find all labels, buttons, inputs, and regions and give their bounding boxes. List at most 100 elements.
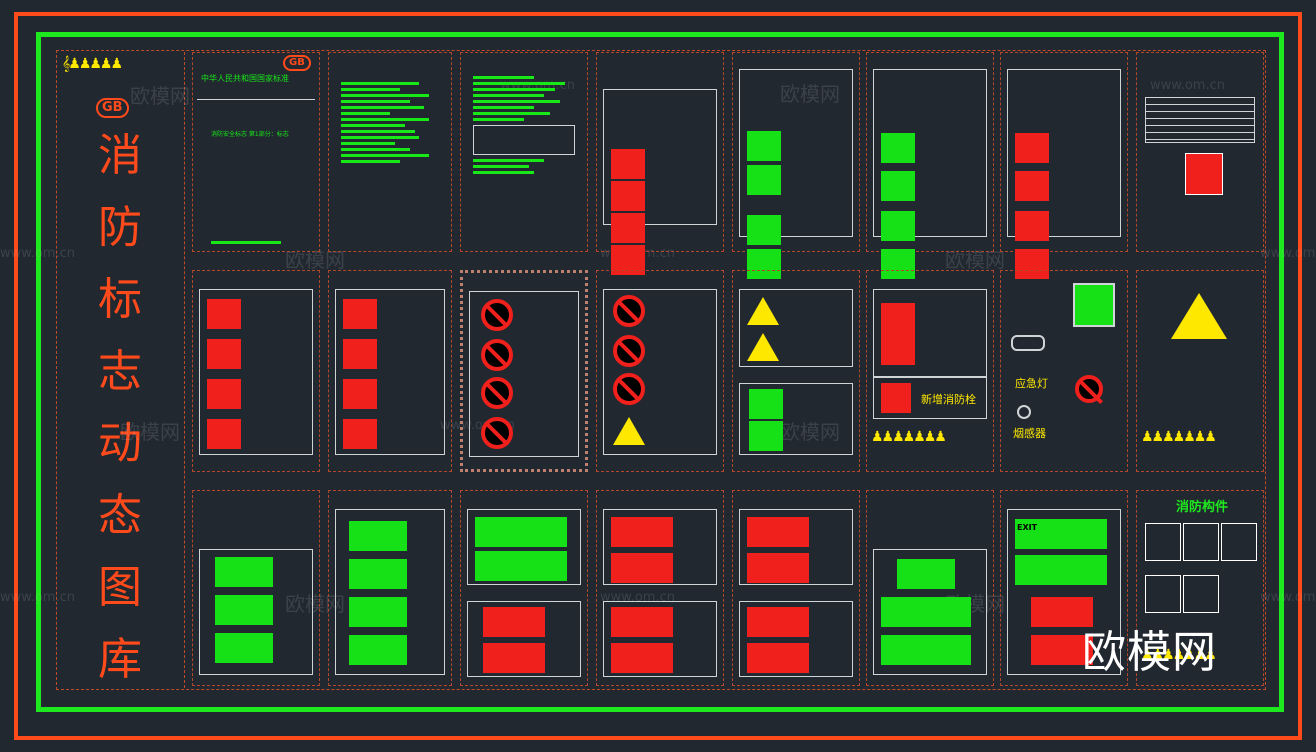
- fire-components-title: 消防构件: [1176, 500, 1229, 515]
- exit-sign-left-icon: [881, 635, 971, 665]
- bell-icon: [343, 339, 377, 369]
- extinguisher-left-icon: [611, 607, 673, 637]
- exit-down-left-icon: [215, 633, 273, 663]
- title-char: 库: [98, 634, 142, 685]
- extinguisher-icon: [207, 339, 241, 369]
- exit-up-left-icon: [349, 559, 407, 589]
- no-lighter-icon: [481, 377, 513, 409]
- exit-left-icon: [349, 597, 407, 627]
- alarm-icon: [343, 299, 377, 329]
- sprinkler-icon: [1221, 523, 1257, 561]
- red-panel: [1185, 153, 1223, 195]
- sprinkler-icon: [1145, 575, 1181, 613]
- hydrant-icon: [343, 379, 377, 409]
- tile-warning-large: ♟♟♟♟♟♟♟: [1136, 270, 1264, 472]
- tile-red-equipment: [1000, 52, 1128, 279]
- sprinkler-icon: [1183, 523, 1219, 561]
- explosive-warning-icon: [747, 297, 779, 325]
- tile-evacuation: [732, 52, 860, 279]
- emergency-panel-icon: [1073, 283, 1115, 327]
- watermark: 欧模网: [130, 84, 190, 108]
- exit-sign-icon: [897, 559, 955, 589]
- hydrant-right-icon: [747, 643, 809, 673]
- fire-hose-icon: [207, 299, 241, 329]
- exit-both-arrows-icon: [475, 517, 567, 547]
- hydrant-left-icon: [747, 607, 809, 637]
- title-char: 标: [98, 274, 142, 325]
- red-arrow-sign-icon: [881, 303, 915, 365]
- hydrant-icon: [343, 419, 377, 449]
- sprinkler-icon: [1145, 523, 1181, 561]
- exit-down-left-icon: [349, 635, 407, 665]
- watermark: 欧模网: [120, 420, 180, 444]
- exit-runner-icon: [747, 131, 781, 161]
- bell-down-right-icon: [747, 553, 809, 583]
- title-char: 图: [98, 562, 142, 613]
- people-figures-icon: ♟♟♟♟♟♟♟: [871, 429, 947, 445]
- tile-exit-and-alarm: [460, 490, 588, 686]
- doc-header: 中华人民共和国国家标准: [201, 74, 289, 83]
- exit-left-icon: [215, 595, 273, 625]
- emergency-light-icon: [1011, 335, 1045, 351]
- watermark-url: www.om.cn: [0, 246, 75, 261]
- gb-logo: GB: [283, 55, 311, 71]
- tile-red-signs: [192, 270, 320, 472]
- flammable-warning-icon: [613, 417, 645, 445]
- title-char: 志: [98, 346, 142, 397]
- title-char: 消: [98, 130, 142, 181]
- tile-green-arrows-2: [328, 490, 452, 686]
- hydrant-box-icon: [881, 383, 911, 413]
- sprinkler-icon: [1183, 575, 1219, 613]
- tile-prohibition: [460, 270, 588, 472]
- alarm-icon: [207, 379, 241, 409]
- tile-red-direction-2: [732, 490, 860, 686]
- tile-prohibition-2: [596, 270, 724, 472]
- tile-red-signs-2: [328, 270, 452, 472]
- exit-door-icon: [747, 215, 781, 245]
- doc-subtitle: 消防安全标志 第1部分：标志: [211, 131, 289, 138]
- watermark-url: www.om.cn: [1260, 246, 1316, 261]
- exit-up-left-icon: [215, 557, 273, 587]
- exit-both-arrows-icon: [475, 551, 567, 581]
- no-fireworks-icon: [481, 417, 513, 449]
- watermark-url: www.om.cn: [0, 590, 75, 605]
- diagonal-arrow-icon: [881, 133, 915, 163]
- alarm-button-left-icon: [483, 607, 545, 637]
- no-burning-icon: [613, 295, 645, 327]
- hydrant-label: 新增消防栓: [921, 393, 976, 406]
- title-char: 防: [98, 202, 142, 253]
- exit-up-icon: [349, 521, 407, 551]
- bell-left-icon: [747, 517, 809, 547]
- tile-fire-equipment: [596, 52, 724, 275]
- people-figures-icon: 𝄞♟♟♟♟♟: [62, 56, 123, 72]
- tile-red-direction: [596, 490, 724, 686]
- fire-bell-icon: [611, 181, 645, 211]
- fire-phone-icon: [611, 213, 645, 243]
- no-fire-icon: [481, 339, 513, 371]
- smoke-detector-label: 烟感器: [1013, 427, 1046, 440]
- tile-warning: [732, 270, 860, 472]
- alarm-button-right-icon: [483, 643, 545, 673]
- big-watermark: 欧模网: [1082, 627, 1217, 678]
- arrow-left-icon: [749, 389, 783, 419]
- gb-logo: GB: [96, 98, 129, 118]
- tile-text-table: [460, 52, 588, 252]
- fire-alarm-icon: [611, 149, 645, 179]
- no-lock-icon: [613, 373, 645, 405]
- tile-table-page: [1136, 52, 1264, 252]
- tile-exit-signs: [866, 490, 994, 686]
- tile-text-page: [328, 52, 452, 252]
- title-char: 态: [98, 490, 142, 541]
- arrow-down-left-icon: [749, 421, 783, 451]
- tile-devices: 应急灯 烟感器: [1000, 270, 1128, 472]
- tile-green-arrows: [192, 490, 320, 686]
- tile-direction: [866, 52, 994, 279]
- tile-cover: GB 中华人民共和国国家标准 消防安全标志 第1部分：标志: [192, 52, 320, 252]
- warning-triangle-icon: [1171, 293, 1227, 339]
- exit-text: EXIT: [1017, 523, 1038, 532]
- no-smoking-icon: [481, 299, 513, 331]
- exit-sign-both-icon: [1015, 555, 1107, 585]
- extinguisher-icon: [1015, 171, 1049, 201]
- no-storage-icon: [613, 335, 645, 367]
- smoke-detector-icon: [1017, 405, 1031, 419]
